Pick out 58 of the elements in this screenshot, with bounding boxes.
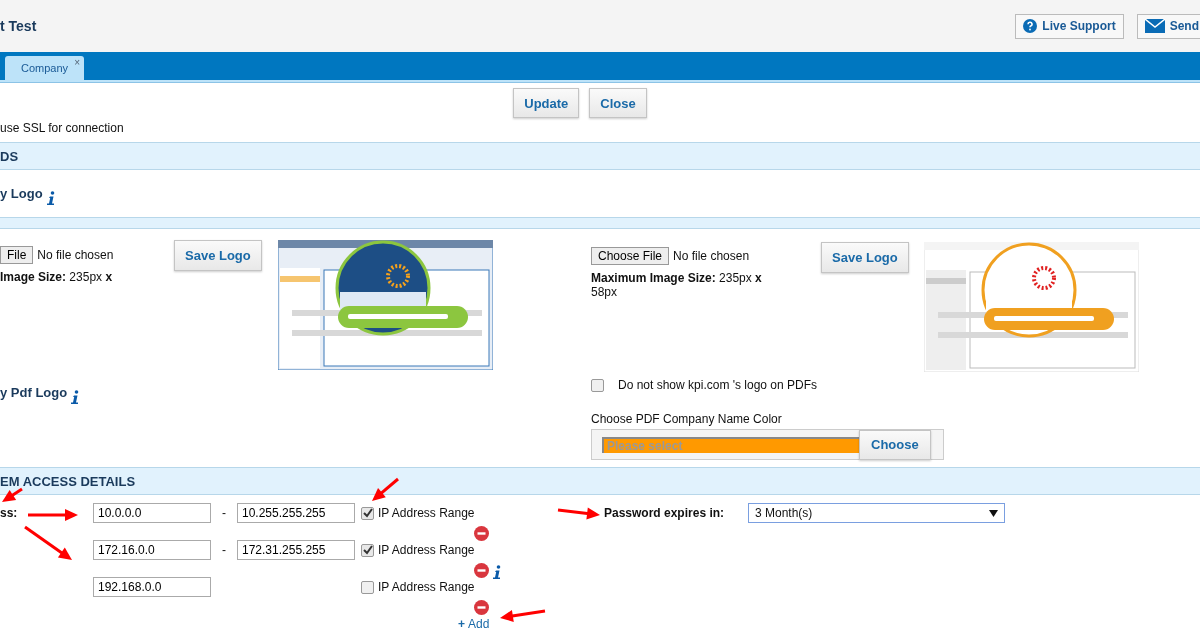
annotation-arrow	[372, 477, 399, 501]
checkbox[interactable]	[361, 543, 374, 557]
header-button[interactable]: Live Support	[1015, 13, 1124, 39]
save-logo-button[interactable]: Save Logo	[174, 240, 262, 271]
annotation-arrow	[557, 507, 600, 520]
field-label: y Pdf Logo	[0, 385, 68, 400]
close-icon[interactable]: ×	[74, 57, 81, 68]
file-status: No file chosen	[673, 249, 750, 263]
annotation-arrow	[500, 609, 546, 622]
size-note: Maximum Image Size: 235px x 58px	[591, 271, 763, 299]
annotation-arrow	[28, 509, 78, 521]
file-status: No file chosen	[37, 248, 114, 262]
choose-file-button[interactable]: File	[0, 246, 34, 264]
checkbox[interactable]	[361, 506, 374, 520]
checkbox-label: IP Address Range	[378, 543, 475, 557]
field-label: ss:	[0, 506, 18, 520]
ip-field[interactable]: 10.0.0.0	[93, 503, 211, 523]
plus-sign: +	[458, 617, 465, 629]
envelope-icon	[1144, 19, 1165, 33]
field-label: Password expires in:	[604, 506, 726, 520]
choose-file-button[interactable]: Choose File	[591, 247, 670, 265]
page-title: t Test	[0, 18, 37, 34]
tab[interactable]: Company ×	[5, 56, 85, 80]
remove-icon[interactable]	[474, 562, 489, 578]
save-logo-button[interactable]: Save Logo	[821, 242, 909, 273]
choose-button[interactable]: Choose	[859, 429, 931, 460]
field-label: Choose PDF Company Name Color	[591, 412, 783, 426]
annotation-arrow	[2, 487, 23, 502]
range-separator: -	[222, 543, 226, 557]
size-note: Image Size: 235px x	[0, 270, 114, 284]
color-picker[interactable]: Please select Choose	[591, 429, 944, 460]
ip-field[interactable]: 192.168.0.0	[93, 577, 211, 597]
ip-field[interactable]: 10.255.255.255	[237, 503, 355, 523]
ip-field[interactable]: 172.31.255.255	[237, 540, 355, 560]
dropdown-icon	[989, 509, 998, 517]
range-separator: -	[222, 506, 226, 520]
field-label: y Logo	[0, 186, 43, 201]
info-icon[interactable]	[46, 191, 55, 205]
annotation-arrow	[24, 525, 72, 560]
checkbox-label: Do not show kpi.com 's logo on PDFs	[618, 378, 818, 392]
checkbox-label: IP Address Range	[378, 506, 475, 520]
checkbox[interactable]	[361, 580, 374, 594]
checkbox[interactable]	[591, 378, 604, 392]
remove-icon[interactable]	[474, 599, 489, 615]
checkbox-label: IP Address Range	[378, 580, 475, 594]
info-icon[interactable]	[493, 564, 501, 579]
action-button[interactable]: Update	[513, 88, 580, 118]
section-header: DS	[0, 142, 1200, 170]
info-icon[interactable]	[71, 390, 80, 404]
ssl-note: use SSL for connection	[0, 121, 125, 135]
header-button[interactable]: Send	[1136, 13, 1200, 39]
section-header: EM ACCESS DETAILS	[0, 467, 1200, 495]
add-link[interactable]: Add	[468, 617, 490, 629]
ip-field[interactable]: 172.16.0.0	[93, 540, 211, 560]
remove-icon[interactable]	[474, 525, 489, 541]
password-expiry-select[interactable]: 3 Month(s)	[748, 503, 1005, 523]
help-icon	[1023, 19, 1038, 33]
action-button[interactable]: Close	[589, 88, 647, 118]
